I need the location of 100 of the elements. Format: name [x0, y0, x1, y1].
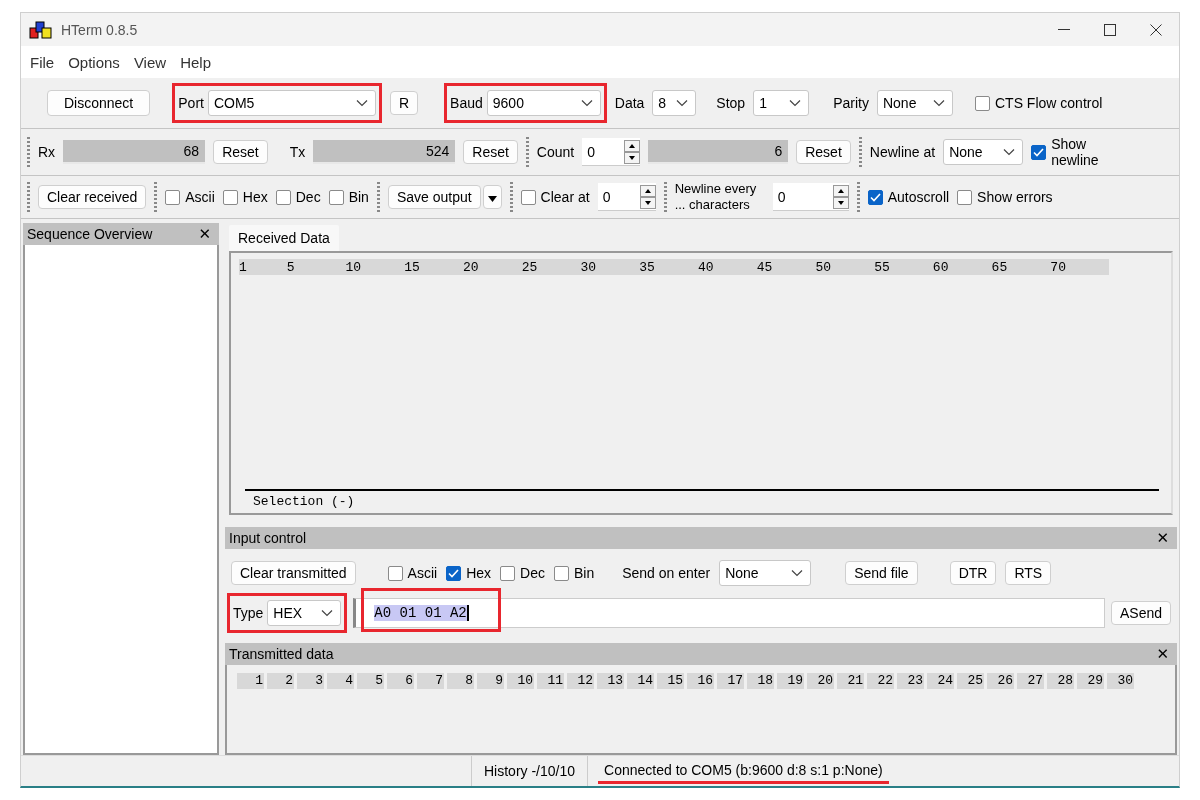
grip-handle[interactable] [856, 182, 860, 212]
reset-button[interactable]: Reset [213, 140, 268, 164]
ruler-number: 55 [874, 259, 891, 275]
send-file-button[interactable]: Send file [845, 561, 918, 585]
spin-field[interactable]: 0 [597, 183, 656, 211]
window-title: HTerm 0.8.5 [61, 21, 139, 38]
checkbox-label: Ascii [407, 565, 438, 581]
ruler-number: 30 [1107, 673, 1134, 689]
checkbox-label: Hex [466, 565, 492, 581]
rts-button[interactable]: RTS [1005, 561, 1052, 585]
ruler-number: 65 [991, 259, 1009, 275]
checkmark-icon [869, 192, 881, 202]
close-button[interactable]: ✕ [1152, 529, 1173, 547]
checkbox-label: CTS Flow control [994, 95, 1103, 111]
menu-item[interactable]: Options [61, 53, 127, 71]
field-label: Type [233, 605, 264, 621]
clear-transmitted-button[interactable]: Clear transmitted [231, 561, 356, 585]
menu-item[interactable]: Help [173, 53, 218, 71]
ruler-number: 5 [286, 259, 296, 275]
checkbox[interactable] [957, 189, 973, 205]
ruler-number: 70 [1050, 259, 1067, 275]
ruler-number: 26 [987, 673, 1014, 689]
counter-display: 6 [648, 140, 789, 164]
clear-received-button[interactable]: Clear received [38, 185, 147, 209]
ruler-number: 17 [717, 673, 744, 689]
grip-handle[interactable] [525, 137, 529, 167]
selection-info: Selection (-) [245, 489, 1159, 509]
grip-handle[interactable] [27, 182, 30, 212]
ruler-number: 28 [1047, 673, 1074, 689]
checkbox[interactable] [974, 95, 990, 111]
spinner-arrows-icon [624, 139, 641, 164]
chevron-icon [789, 99, 802, 107]
ruler-number: 13 [597, 673, 624, 689]
ruler-number: 23 [897, 673, 924, 689]
close-button[interactable]: ✕ [1152, 645, 1173, 663]
checkbox[interactable] [520, 189, 536, 205]
asend-button[interactable]: ASend [1110, 601, 1171, 625]
ruler-number: 10 [345, 259, 363, 275]
field-label: Data [614, 95, 645, 111]
checkbox[interactable] [1031, 144, 1047, 160]
reset-button[interactable]: Reset [796, 140, 851, 164]
menu-item[interactable]: View [126, 53, 174, 71]
checkbox-label: Hex [242, 189, 268, 205]
field-label: Newline at [869, 144, 936, 160]
dropdown[interactable]: 1 [753, 90, 810, 116]
dropdown[interactable]: 9600 [486, 90, 601, 116]
ruler-number: 1 [237, 673, 264, 689]
dropdown-button[interactable] [482, 185, 502, 209]
dropdown[interactable]: HEX [267, 600, 342, 626]
panel-title: Transmitted data [229, 646, 334, 662]
dropdown[interactable]: 8 [652, 90, 697, 116]
grip-handle[interactable] [663, 182, 667, 212]
field-label: Stop [716, 95, 746, 111]
checkbox[interactable] [446, 565, 462, 581]
checkbox[interactable] [553, 565, 569, 581]
field-label: Parity [833, 95, 869, 111]
dtr-button[interactable]: DTR [949, 561, 997, 585]
ruler-number: 40 [697, 259, 715, 275]
checkbox[interactable] [328, 189, 344, 205]
grip-handle[interactable] [509, 182, 513, 212]
ruler-number: 4 [327, 673, 354, 689]
ruler-number: 35 [639, 259, 656, 275]
ruler-number: 21 [837, 673, 864, 689]
checkbox[interactable] [500, 565, 516, 581]
field-label: Send on enter [622, 565, 711, 581]
grip-handle[interactable] [154, 182, 158, 212]
chevron-icon [676, 99, 689, 107]
dropdown[interactable]: None [943, 139, 1024, 165]
checkbox[interactable] [867, 189, 883, 205]
ruler-number: 25 [957, 673, 984, 689]
maximize-icon [1104, 23, 1116, 36]
checkbox[interactable] [387, 565, 403, 581]
checkbox[interactable] [165, 189, 181, 205]
ruler-number: 14 [627, 673, 654, 689]
checkbox[interactable] [275, 189, 291, 205]
grip-handle[interactable] [858, 137, 862, 167]
refresh-button[interactable]: R [389, 91, 419, 115]
ruler-number: 2 [267, 673, 294, 689]
close-button[interactable]: ✕ [194, 225, 215, 243]
grip-handle[interactable] [376, 182, 380, 212]
tab[interactable]: Received Data [229, 225, 339, 251]
spin-field[interactable]: 0 [772, 183, 849, 211]
dropdown[interactable]: COM5 [207, 90, 376, 116]
dropdown[interactable]: None [876, 90, 953, 116]
ruler-number: 22 [867, 673, 894, 689]
field-label: Rx [38, 144, 56, 160]
save-output-button[interactable]: Save output [387, 185, 481, 209]
caret-icon [487, 196, 497, 202]
field-label: Newline every ... characters [674, 181, 758, 213]
menu-item[interactable]: File [23, 53, 62, 71]
close-icon [1150, 23, 1162, 36]
ruler-number: 25 [521, 259, 539, 275]
spin-field[interactable]: 0 [582, 138, 641, 166]
reset-button[interactable]: Reset [463, 140, 518, 164]
dropdown[interactable]: None [719, 560, 812, 586]
minimize-icon [1058, 28, 1070, 31]
input-field[interactable]: A0 01 01 A2 [353, 598, 1105, 628]
disconnect-button[interactable]: Disconnect [47, 90, 151, 116]
grip-handle[interactable] [27, 137, 30, 167]
checkbox[interactable] [222, 189, 238, 205]
